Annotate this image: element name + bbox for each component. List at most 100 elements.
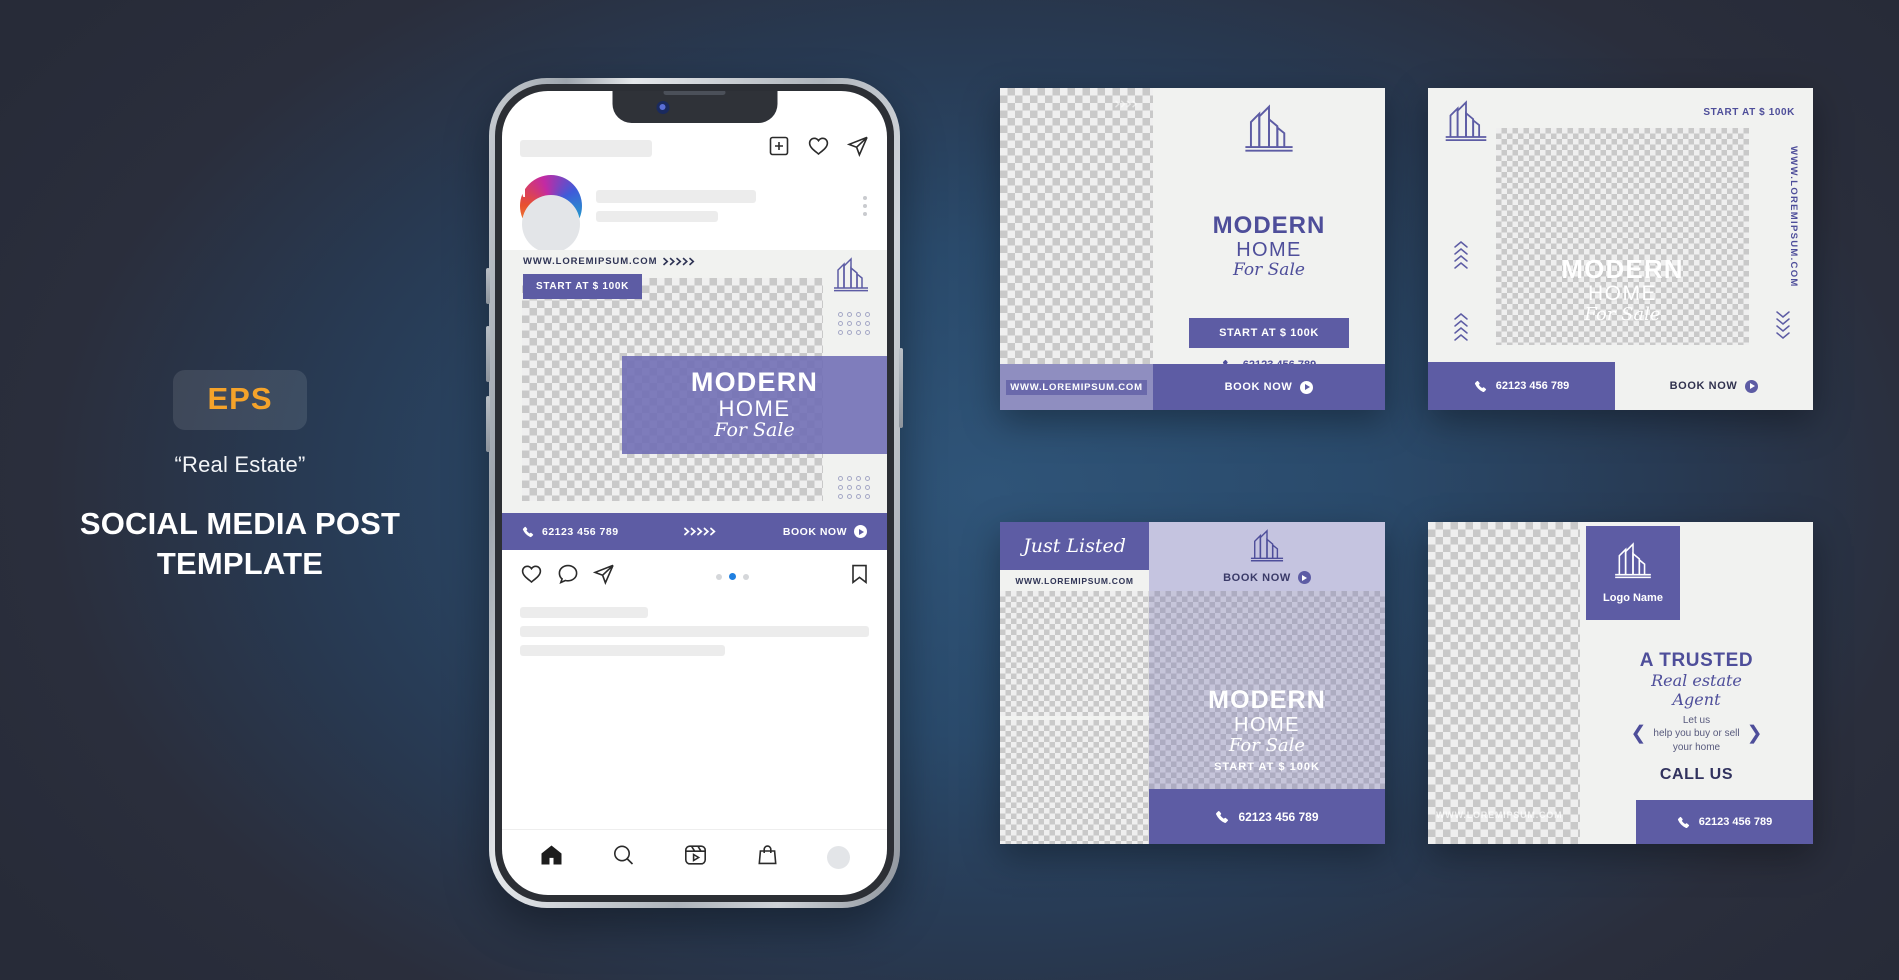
- template-card-2[interactable]: START AT $ 100K MODERN HOME For Sale WWW…: [1428, 88, 1813, 410]
- card2-headline-modern: MODERN: [1561, 254, 1684, 284]
- card1-book-now-button[interactable]: BOOK NOW: [1153, 364, 1385, 410]
- phone-icon: [1474, 380, 1486, 392]
- card2-book-now-button[interactable]: BOOK NOW: [1615, 362, 1813, 410]
- post-book-now-button[interactable]: BOOK NOW: [783, 525, 867, 538]
- comment-icon[interactable]: [557, 563, 579, 590]
- post-author-row: [502, 162, 887, 273]
- building-logo-icon: [1248, 529, 1286, 568]
- phone-power-button[interactable]: [899, 348, 903, 428]
- phone-mockup: WWW.LOREMIPSUM.COM START AT $ 100K MODER…: [486, 78, 903, 908]
- chevron-right-group-icon: [663, 257, 697, 266]
- post-caption-placeholder: [502, 590, 887, 656]
- card3-right-column: BOOK NOW MODERN HOME For Sale START AT $…: [1149, 522, 1385, 844]
- building-logo-icon: [1442, 100, 1490, 148]
- post-creative: WWW.LOREMIPSUM.COM START AT $ 100K MODER…: [502, 250, 887, 550]
- post-phone-number[interactable]: 62123 456 789: [522, 526, 619, 538]
- card2-phone-number[interactable]: 62123 456 789: [1428, 362, 1615, 410]
- nav-home-icon[interactable]: [539, 843, 564, 872]
- post-headline-block: MODERN HOME For Sale: [622, 356, 887, 454]
- card4-image-placeholder: WWW.LOREMIPSUM.COM: [1428, 522, 1580, 844]
- card4-script-line1: Real estate: [1651, 671, 1742, 690]
- direct-message-icon[interactable]: [846, 135, 869, 162]
- phone-bezel: WWW.LOREMIPSUM.COM START AT $ 100K MODER…: [495, 84, 894, 902]
- heart-icon[interactable]: [807, 135, 830, 162]
- play-icon: [1300, 380, 1314, 394]
- chevron-right-group-icon: [1115, 100, 1145, 108]
- card2-price-label: START AT $ 100K: [1703, 107, 1795, 118]
- stage: EPS “Real Estate” SOCIAL MEDIA POST TEMP…: [0, 0, 1899, 980]
- play-icon: [1297, 571, 1311, 584]
- card3-headline: MODERN HOME For Sale START AT $ 100K: [1149, 688, 1385, 773]
- chevron-up-group-icon: [1453, 240, 1469, 275]
- card3-book-now-button[interactable]: BOOK NOW: [1223, 571, 1311, 584]
- play-icon: [854, 525, 867, 538]
- post-options-icon[interactable]: [863, 196, 869, 216]
- carousel-pager[interactable]: [615, 573, 850, 580]
- chevron-left-icon[interactable]: ❮: [1630, 721, 1646, 747]
- card1-footer-website: WWW.LOREMIPSUM.COM: [1000, 364, 1153, 410]
- template-card-4[interactable]: WWW.LOREMIPSUM.COM Logo Name A TRUSTED R…: [1428, 522, 1813, 844]
- bookmark-icon[interactable]: [850, 563, 869, 590]
- page-title-line1: SOCIAL MEDIA POST: [79, 506, 401, 541]
- card4-subtext-line1: Let us: [1682, 714, 1711, 726]
- left-info-panel: EPS “Real Estate” SOCIAL MEDIA POST TEMP…: [0, 370, 480, 583]
- card4-phone-number[interactable]: 62123 456 789: [1636, 800, 1813, 844]
- phone-volume-up-button[interactable]: [486, 326, 490, 382]
- card4-subtext: ❮ Let us help you buy or sell your home …: [1630, 714, 1762, 755]
- chevron-down-group-icon: [1775, 310, 1791, 345]
- share-icon[interactable]: [592, 563, 615, 590]
- card1-headline-forsale: For Sale: [1233, 260, 1305, 280]
- phone-mute-switch[interactable]: [486, 268, 490, 304]
- template-card-1[interactable]: MODERN HOME For Sale START AT $ 100K 621…: [1000, 88, 1385, 410]
- card1-price-button[interactable]: START AT $ 100K: [1189, 317, 1349, 348]
- building-logo-icon: [1241, 104, 1297, 159]
- phone-volume-down-button[interactable]: [486, 396, 490, 452]
- card1-content: MODERN HOME For Sale START AT $ 100K 621…: [1153, 88, 1385, 371]
- category-label: “Real Estate”: [174, 452, 306, 477]
- instagram-bottom-nav: [502, 829, 887, 895]
- play-icon: [1745, 379, 1759, 393]
- phone-notch: [612, 91, 777, 123]
- card2-headline: MODERN HOME For Sale: [1496, 256, 1749, 325]
- chevron-right-icon[interactable]: ❯: [1747, 721, 1763, 747]
- card3-headline-forsale: For Sale: [1228, 735, 1306, 757]
- post-price-badge: START AT $ 100K: [523, 274, 643, 299]
- dot-grid-decoration-top-icon: [838, 312, 870, 335]
- card3-just-listed-badge: Just Listed: [1000, 522, 1149, 570]
- like-icon[interactable]: [520, 563, 543, 590]
- card4-subtext-line2: help you buy or sell: [1653, 728, 1740, 740]
- phone-icon: [1216, 810, 1229, 823]
- add-post-icon[interactable]: [768, 135, 790, 162]
- card3-headline-modern: MODERN: [1208, 686, 1326, 715]
- post-footer-bar: 62123 456 789 BOOK NOW: [502, 513, 887, 550]
- card3-image-stack: [1000, 591, 1149, 844]
- card4-subtext-line3: your home: [1672, 741, 1721, 753]
- card3-main-image-placeholder: MODERN HOME For Sale START AT $ 100K: [1149, 591, 1385, 789]
- post-headline-modern: MODERN: [690, 366, 819, 397]
- card1-image-placeholder: [1000, 88, 1153, 410]
- page-title-line2: TEMPLATE: [156, 545, 324, 581]
- card2-website-vertical: WWW.LOREMIPSUM.COM: [1788, 146, 1799, 288]
- nav-shop-icon[interactable]: [755, 843, 780, 872]
- nav-search-icon[interactable]: [611, 843, 636, 872]
- card3-phone-number[interactable]: 62123 456 789: [1149, 789, 1385, 844]
- card1-headline: MODERN HOME For Sale: [1213, 214, 1326, 280]
- card3-header: BOOK NOW: [1149, 522, 1385, 591]
- card2-headline-forsale: For Sale: [1584, 304, 1661, 326]
- card3-headline-home: HOME: [1234, 714, 1300, 737]
- nav-reels-icon[interactable]: [683, 843, 708, 872]
- post-creative-body: WWW.LOREMIPSUM.COM START AT $ 100K MODER…: [502, 250, 887, 513]
- template-card-3[interactable]: Just Listed WWW.LOREMIPSUM.COM BOOK NOW: [1000, 522, 1385, 844]
- earpiece-speaker: [663, 91, 726, 95]
- avatar[interactable]: [520, 174, 582, 273]
- phone-screen: WWW.LOREMIPSUM.COM START AT $ 100K MODER…: [502, 91, 887, 895]
- card1-headline-modern: MODERN: [1212, 212, 1326, 239]
- card3-image-placeholder-bottom: [1000, 719, 1149, 844]
- card3-left-column: Just Listed WWW.LOREMIPSUM.COM: [1000, 522, 1149, 844]
- card1-footer: WWW.LOREMIPSUM.COM BOOK NOW: [1000, 364, 1385, 410]
- card4-call-us-label[interactable]: CALL US: [1660, 766, 1733, 784]
- card1-headline-home: HOME: [1236, 239, 1302, 261]
- building-logo-icon: [1612, 542, 1654, 585]
- eps-badge: EPS: [173, 370, 307, 430]
- nav-profile-avatar[interactable]: [826, 846, 850, 869]
